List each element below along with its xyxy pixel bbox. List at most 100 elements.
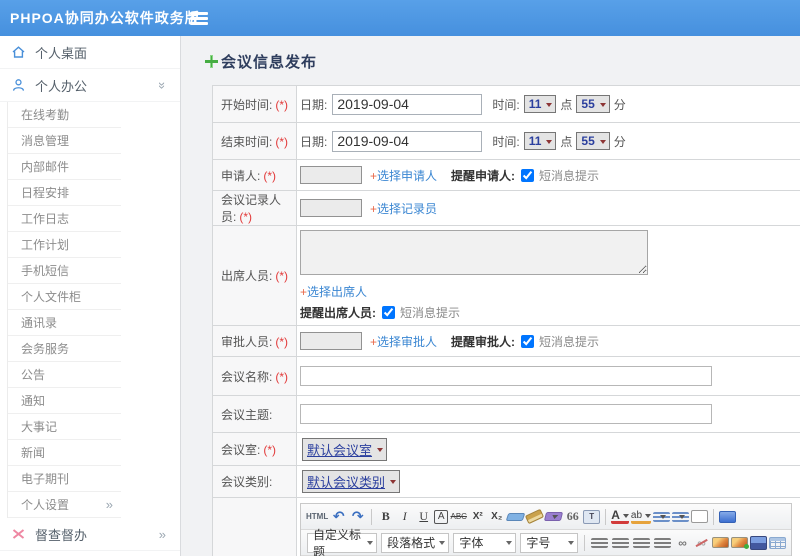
- sidebar-item-personal-office[interactable]: 个人办公 »: [0, 69, 180, 102]
- rich-text-editor: HTML ↶ ↷ B I U A ABC X² X₂ 66 T Aab 自定义标题 段落格式 字体 字号 ∞ ∞: [300, 503, 792, 556]
- sidebar-subitem[interactable]: 日程安排: [8, 180, 121, 206]
- top-bar: PHPOA协同办公软件政务版: [0, 0, 800, 36]
- bold-button[interactable]: B: [377, 508, 394, 526]
- font-color-button[interactable]: A: [611, 508, 629, 524]
- unlink-button[interactable]: ∞: [693, 534, 710, 552]
- sidebar-subitem[interactable]: 电子期刊: [8, 466, 121, 492]
- approver-input[interactable]: [300, 332, 362, 350]
- select-arrow-icon: [550, 515, 559, 522]
- select-arrow-icon: [367, 541, 374, 548]
- choose-approver-link[interactable]: +选择审批人: [370, 333, 437, 350]
- start-hour-select[interactable]: 11: [523, 95, 557, 113]
- sidebar-item-supervision[interactable]: 督查督办 »: [0, 518, 180, 551]
- attendees-sms-checkbox[interactable]: [382, 306, 395, 319]
- form-row-end-time: 结束时间:(*) 日期: 时间: 11 点 55 分: [212, 122, 800, 160]
- link-button[interactable]: ∞: [674, 534, 691, 552]
- sidebar-subitem[interactable]: 消息管理: [8, 128, 121, 154]
- end-minute-select[interactable]: 55: [576, 132, 610, 150]
- paragraph-format-select[interactable]: 段落格式: [381, 532, 450, 553]
- select-arrow-icon: [599, 139, 606, 147]
- sidebar-subitem[interactable]: 工作计划: [8, 232, 121, 258]
- sidebar-subitem[interactable]: 工作日志: [8, 206, 121, 232]
- fullscreen-icon[interactable]: [719, 510, 737, 523]
- sidebar-subitem[interactable]: 通知: [8, 388, 121, 414]
- format-brush-icon[interactable]: [525, 508, 545, 525]
- italic-button[interactable]: I: [396, 508, 413, 526]
- form-row-attendees: 出席人员: (*) +选择出席人 提醒出席人员: 短消息提示: [212, 225, 800, 326]
- supervision-icon: [12, 529, 25, 539]
- sidebar-subitem[interactable]: 会务服务: [8, 336, 121, 362]
- start-date-input[interactable]: [332, 93, 483, 115]
- select-arrow-icon: [660, 515, 667, 522]
- choose-attendees-link[interactable]: +选择出席人: [300, 285, 367, 299]
- meeting-room-select[interactable]: 默认会议室: [302, 437, 388, 461]
- media-button[interactable]: [750, 535, 767, 550]
- redo-button[interactable]: ↷: [349, 508, 366, 526]
- image-upload-button[interactable]: [731, 537, 749, 549]
- sidebar-subitem[interactable]: 公告: [8, 362, 121, 388]
- image-button[interactable]: [712, 537, 729, 548]
- applicant-input[interactable]: [300, 166, 362, 184]
- choose-recorder-link[interactable]: +选择记录员: [370, 200, 437, 217]
- toolbar-row-1: HTML ↶ ↷ B I U A ABC X² X₂ 66 T Aab: [301, 504, 791, 530]
- undo-button[interactable]: ↶: [330, 508, 347, 526]
- align-left-button[interactable]: [591, 537, 608, 548]
- sidebar-subitem[interactable]: 在线考勤: [8, 102, 121, 128]
- font-family-select[interactable]: 字体: [453, 532, 517, 553]
- custom-title-select[interactable]: 自定义标题: [307, 528, 378, 556]
- hamburger-menu-icon[interactable]: [190, 12, 208, 25]
- sidebar-item-desktop[interactable]: 个人桌面: [0, 36, 180, 69]
- sidebar-subitem[interactable]: 新闻: [8, 440, 121, 466]
- align-justify-button[interactable]: [654, 537, 671, 548]
- sidebar-subitem[interactable]: 个人文件柜: [8, 284, 121, 310]
- strikethrough-button[interactable]: ABC: [450, 508, 467, 526]
- font-border-button[interactable]: A: [434, 509, 449, 524]
- highlight-color-button[interactable]: ab: [630, 509, 652, 524]
- subscript-button[interactable]: X₂: [488, 508, 505, 526]
- recorder-input[interactable]: [300, 199, 362, 217]
- app-window: PHPOA协同办公软件政务版 个人桌面 个人办公 » 在线考勤 消息管理 内部邮件日…: [0, 0, 800, 556]
- sidebar-subitem[interactable]: 大事记: [8, 414, 121, 440]
- superscript-button[interactable]: X²: [469, 508, 486, 526]
- ordered-list-button[interactable]: [653, 511, 671, 522]
- paste-icon[interactable]: T: [583, 509, 601, 524]
- chevron-right-icon: »: [105, 497, 113, 512]
- select-arrow-icon: [645, 513, 652, 521]
- sidebar-subitem[interactable]: 通讯录: [8, 310, 121, 336]
- applicant-sms-checkbox[interactable]: [521, 168, 535, 182]
- start-minute-select[interactable]: 55: [576, 95, 610, 113]
- unordered-list-button[interactable]: [672, 511, 690, 522]
- sidebar-subitem[interactable]: 内部邮件: [8, 154, 121, 180]
- chevron-down-icon: »: [154, 81, 170, 89]
- meeting-topic-input[interactable]: [300, 404, 712, 424]
- underline-button[interactable]: U: [415, 508, 432, 526]
- paint-format-icon[interactable]: [544, 512, 564, 522]
- form-row-start-time: 开始时间:(*) 日期: 时间: 11 点 55 分: [212, 85, 800, 123]
- align-right-button[interactable]: [633, 537, 650, 548]
- align-center-button[interactable]: [612, 537, 629, 548]
- select-arrow-icon: [390, 480, 397, 487]
- attendees-textarea[interactable]: [300, 230, 648, 275]
- meeting-form: 开始时间:(*) 日期: 时间: 11 点 55 分 结束时间:(*): [212, 85, 800, 556]
- choose-applicant-link[interactable]: +选择申请人: [370, 167, 437, 184]
- form-row-meeting-category: 会议类别: 默认会议类别: [212, 465, 800, 498]
- select-arrow-icon: [622, 513, 629, 521]
- select-arrow-icon: [679, 515, 686, 522]
- font-size-select[interactable]: 字号: [520, 532, 579, 553]
- form-row-meeting-name: 会议名称: (*): [212, 356, 800, 396]
- end-hour-select[interactable]: 11: [523, 132, 557, 150]
- select-arrow-icon: [546, 102, 553, 110]
- meeting-name-input[interactable]: [300, 366, 712, 386]
- sidebar-item-settings[interactable]: 个人设置 »: [8, 492, 121, 518]
- approver-sms-checkbox[interactable]: [521, 334, 535, 348]
- html-source-button[interactable]: HTML: [306, 508, 328, 526]
- sidebar-subitem[interactable]: 手机短信: [8, 258, 121, 284]
- user-icon: [12, 79, 25, 91]
- end-date-input[interactable]: [332, 130, 483, 152]
- eraser-icon[interactable]: [505, 512, 526, 521]
- new-page-icon[interactable]: [691, 510, 709, 523]
- home-icon: [12, 46, 25, 58]
- table-button[interactable]: [769, 536, 786, 549]
- blockquote-button[interactable]: 66: [564, 508, 581, 526]
- meeting-category-select[interactable]: 默认会议类别: [302, 470, 401, 493]
